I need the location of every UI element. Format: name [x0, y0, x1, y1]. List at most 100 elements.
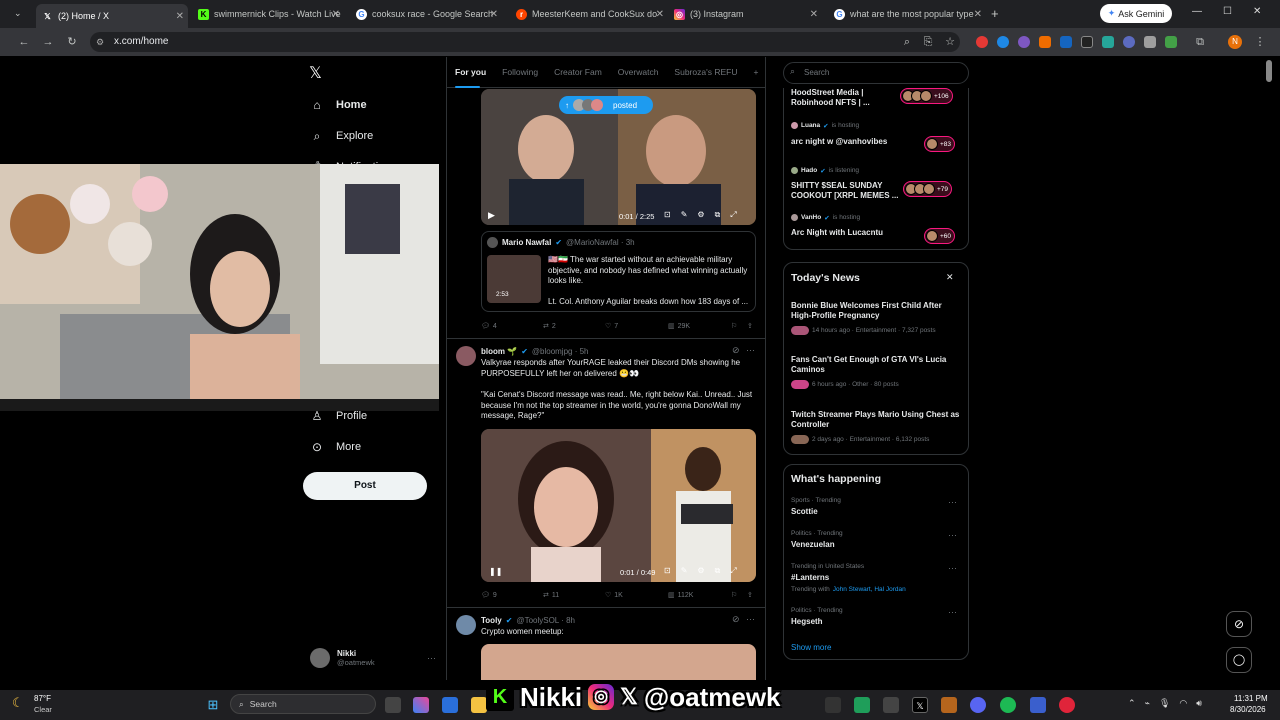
address-bar[interactable]: x.com/home [90, 32, 960, 52]
search-input[interactable]: Search [783, 62, 969, 84]
menu-icon[interactable]: ⋮ [1252, 34, 1268, 50]
ask-gemini-button[interactable]: ✦ Ask Gemini [1100, 4, 1172, 23]
tab-creator-fam[interactable]: Creator Fam [546, 67, 610, 77]
reload-icon[interactable]: ↻ [64, 34, 80, 50]
nav-home[interactable]: ⌂ Home [310, 98, 366, 112]
video-player[interactable] [481, 429, 756, 582]
window-close-button[interactable]: ✕ [1253, 6, 1261, 17]
close-icon[interactable]: ✕ [490, 9, 498, 20]
space-listeners-badge[interactable]: +60 [924, 228, 956, 244]
clock-time[interactable]: 11:31 PM [1234, 694, 1268, 703]
discord-icon[interactable] [970, 697, 986, 713]
app-icon[interactable] [1030, 697, 1046, 713]
fullscreen-icon[interactable]: ⤢ [730, 566, 736, 576]
app-icon[interactable] [941, 697, 957, 713]
post-more-icon[interactable]: ··· [746, 345, 755, 355]
space-listeners-badge[interactable]: +79 [903, 181, 953, 197]
close-icon[interactable]: ✕ [332, 9, 340, 20]
extension-icon[interactable] [1081, 36, 1093, 48]
forward-icon[interactable]: → [40, 34, 56, 50]
trend-more-icon[interactable]: ··· [948, 497, 957, 507]
space-listeners-badge[interactable]: +106 [900, 88, 953, 104]
trend-more-icon[interactable]: ··· [948, 607, 957, 617]
play-icon[interactable]: ▶ [488, 210, 495, 221]
zoom-icon[interactable]: ⌕ [899, 34, 915, 50]
avatar[interactable] [456, 346, 476, 366]
trend-topic[interactable]: Scottie [791, 507, 818, 517]
repost-button[interactable]: ⇄ 11 [543, 591, 559, 600]
space-title[interactable]: HoodStreet Media | Robinhood NFTS | ... [791, 88, 901, 108]
grok-icon[interactable]: ⊘ [732, 614, 740, 625]
captions-icon[interactable]: ⊡ [664, 566, 671, 576]
nav-more[interactable]: ⊙ More [310, 440, 361, 454]
trend-topic[interactable]: Hegseth [791, 617, 823, 627]
tab-subroza[interactable]: Subroza's REFU [666, 67, 745, 77]
extension-icon[interactable] [1060, 36, 1072, 48]
chevron-up-icon[interactable]: ⌃ [1128, 698, 1136, 709]
wifi-icon[interactable]: ◠ [1179, 698, 1187, 709]
add-tab-icon[interactable]: + [745, 67, 766, 77]
store-icon[interactable] [442, 697, 458, 713]
new-tab-button[interactable]: + [991, 6, 999, 21]
bookmark-star-icon[interactable]: ☆ [942, 34, 958, 50]
tab-overwatch[interactable]: Overwatch [610, 67, 667, 77]
close-icon[interactable]: ✕ [946, 272, 954, 283]
windows-start-icon[interactable]: ⊞ [205, 697, 221, 713]
maximize-button[interactable]: ☐ [1223, 6, 1232, 17]
tab-reddit[interactable]: r MeesterKeem and CookSux do ✕ [510, 4, 668, 24]
trend-topic[interactable]: Venezuelan [791, 540, 835, 550]
news-headline[interactable]: Twitch Streamer Plays Mario Using Chest … [791, 410, 961, 430]
close-icon[interactable]: ✕ [656, 9, 664, 20]
extension-icon[interactable] [1039, 36, 1051, 48]
close-icon[interactable]: ✕ [810, 9, 818, 20]
app-icon[interactable] [883, 697, 899, 713]
profile-avatar[interactable]: N [1228, 35, 1242, 49]
taskview-icon[interactable] [385, 697, 401, 713]
puzzle-icon[interactable]: ⧉ [1192, 34, 1208, 50]
grok-icon[interactable]: ⊘ [732, 345, 740, 356]
like-button[interactable]: ♡ 1K [605, 591, 623, 600]
repost-button[interactable]: ⇄ 2 [543, 322, 556, 331]
views-button[interactable]: ▥ 112K [668, 591, 693, 600]
weather-icon[interactable]: ☾ [12, 695, 24, 711]
post-button[interactable]: Post [303, 472, 427, 500]
extension-icon[interactable] [1165, 36, 1177, 48]
edit-icon[interactable]: ✎ [681, 210, 688, 220]
reply-button[interactable]: 💬︎ 4 [481, 322, 497, 331]
network-icon[interactable]: ⌁ [1145, 698, 1150, 709]
cast-icon[interactable]: ⎘ [920, 34, 936, 50]
tab-gemini-search[interactable]: G what are the most popular type ✕ [828, 4, 986, 24]
space-listeners-badge[interactable]: +83 [924, 136, 956, 152]
x-logo-icon[interactable]: 𝕏 [309, 63, 322, 83]
new-posts-pill[interactable]: ↑ posted [559, 96, 653, 114]
app-icon[interactable] [854, 697, 870, 713]
pause-icon[interactable]: ❚❚ [489, 567, 502, 576]
taskbar-search[interactable]: ⌕ Search [230, 694, 376, 714]
trend-more-icon[interactable]: ··· [948, 530, 957, 540]
edit-icon[interactable]: ✎ [681, 566, 688, 576]
trend-more-icon[interactable]: ··· [948, 563, 957, 573]
site-info-icon[interactable]: ⚙ [96, 37, 104, 48]
back-icon[interactable]: ← [16, 34, 32, 50]
page-scrollbar[interactable] [1266, 60, 1272, 82]
tab-search-button[interactable]: ⌄ [14, 8, 22, 19]
weather-temp[interactable]: 87°F [34, 694, 51, 703]
pip-icon[interactable]: ⧉ [715, 210, 721, 220]
avatar[interactable] [456, 615, 476, 635]
grok-button[interactable]: ⊘ [1226, 611, 1252, 637]
spotify-icon[interactable] [1000, 697, 1016, 713]
reply-button[interactable]: 💬︎ 9 [481, 591, 497, 600]
post-image[interactable] [481, 644, 756, 680]
close-icon[interactable]: ✕ [974, 9, 982, 20]
tab-following[interactable]: Following [494, 67, 546, 77]
post-more-icon[interactable]: ··· [746, 614, 755, 624]
space-title[interactable]: Arc Night with Lucacntu [791, 228, 911, 238]
app-icon[interactable] [825, 697, 841, 713]
tab-instagram[interactable]: ◎ (3) Instagram ✕ [668, 4, 822, 24]
post-author[interactable]: Tooly [481, 616, 502, 625]
nav-profile[interactable]: ♙ Profile [310, 409, 368, 423]
x-app-icon[interactable]: 𝕏 [912, 697, 928, 713]
tab-x-home[interactable]: 𝕏 (2) Home / X ✕ [36, 4, 188, 28]
bookmark-button[interactable]: ⚐ [731, 322, 737, 330]
captions-icon[interactable]: ⊡ [664, 210, 671, 220]
